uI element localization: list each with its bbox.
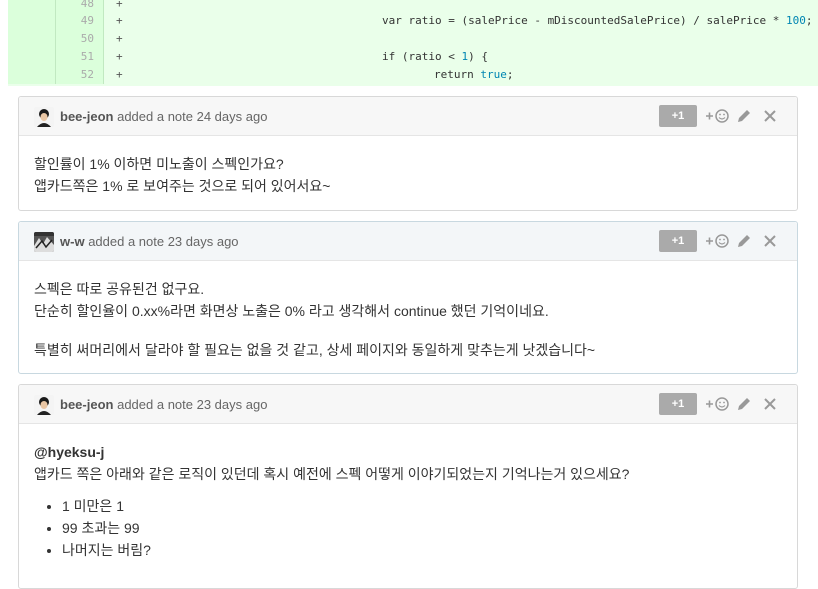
- diff-add-sign: +: [116, 50, 123, 63]
- note-meta: added a note 24 days ago: [117, 109, 268, 124]
- code-text: if (ratio < 1) {: [382, 50, 488, 63]
- avatar[interactable]: [34, 232, 54, 252]
- add-emoji-icon[interactable]: [705, 393, 731, 415]
- line-number: 51: [56, 48, 104, 66]
- note-header: bee-jeon added a note 24 days ago +1: [19, 97, 797, 136]
- add-emoji-icon[interactable]: [705, 230, 731, 252]
- note-body: @hyeksu-j 앱카드 쪽은 아래와 같은 로직이 있던데 혹시 예전에 스…: [19, 424, 797, 575]
- edit-pencil-icon[interactable]: [731, 230, 757, 252]
- author-link[interactable]: bee-jeon: [60, 109, 113, 124]
- plus-one-button[interactable]: +1: [659, 230, 697, 252]
- note-header: w-w added a note 23 days ago +1: [19, 222, 797, 261]
- author-link[interactable]: w-w: [60, 234, 85, 249]
- edit-pencil-icon[interactable]: [731, 105, 757, 127]
- diff-add-sign: +: [116, 0, 123, 10]
- note-meta: added a note 23 days ago: [88, 234, 239, 249]
- plus-one-button[interactable]: +1: [659, 105, 697, 127]
- list-item: 99 초과는 99: [62, 517, 782, 539]
- author-link[interactable]: bee-jeon: [60, 397, 113, 412]
- note-text-line: 단순히 할인율이 0.xx%라면 화면상 노출은 0% 라고 생각해서 cont…: [34, 303, 549, 319]
- list-item: 1 미만은 1: [62, 495, 782, 517]
- add-emoji-icon[interactable]: [705, 105, 731, 127]
- close-icon[interactable]: [757, 393, 783, 415]
- diff-line: 50 +: [8, 30, 818, 48]
- note-body: 할인률이 1% 이하면 미노출이 스펙인가요? 앱카드쪽은 1% 로 보여주는 …: [19, 136, 797, 211]
- list-item: 나머지는 버림?: [62, 539, 782, 561]
- diff-add-sign: +: [116, 68, 123, 81]
- note-actions: +1: [659, 230, 783, 252]
- note-card: bee-jeon added a note 23 days ago +1 @hy…: [18, 384, 798, 589]
- avatar[interactable]: [34, 107, 54, 127]
- code-text: var ratio = (salePrice - mDiscountedSale…: [382, 14, 813, 27]
- diff-add-sign: +: [116, 14, 123, 27]
- bullet-list: 1 미만은 1 99 초과는 99 나머지는 버림?: [34, 495, 782, 561]
- edit-pencil-icon[interactable]: [731, 393, 757, 415]
- note-card: bee-jeon added a note 24 days ago +1 할인률…: [18, 96, 798, 211]
- line-number: 50: [56, 30, 104, 48]
- plus-one-button[interactable]: +1: [659, 393, 697, 415]
- note-text-line: 스펙은 따로 공유된건 없구요.: [34, 281, 205, 297]
- note-text-line: 앱카드쪽은 1% 로 보여주는 것으로 되어 있어서요~: [34, 178, 331, 194]
- user-mention[interactable]: @hyeksu-j: [34, 441, 782, 463]
- diff-line: 49 + var ratio = (salePrice - mDiscounte…: [8, 12, 818, 30]
- note-text-line: 할인률이 1% 이하면 미노출이 스펙인가요?: [34, 156, 284, 172]
- diff-code-block: 48 + 49 + var ratio = (salePrice - mDisc…: [8, 0, 818, 86]
- note-body: 스펙은 따로 공유된건 없구요. 단순히 할인율이 0.xx%라면 화면상 노출…: [19, 261, 797, 375]
- line-number: 48: [56, 0, 104, 12]
- note-text-line: 앱카드 쪽은 아래와 같은 로직이 있던데 혹시 예전에 스펙 어떻게 이야기되…: [34, 466, 630, 482]
- note-actions: +1: [659, 105, 783, 127]
- avatar[interactable]: [34, 395, 54, 415]
- close-icon[interactable]: [757, 230, 783, 252]
- line-number: 49: [56, 12, 104, 30]
- note-card: w-w added a note 23 days ago +1 스펙은 따로 공…: [18, 221, 798, 374]
- diff-line: 48 +: [8, 0, 818, 12]
- close-icon[interactable]: [757, 105, 783, 127]
- line-number: 52: [56, 66, 104, 84]
- diff-add-sign: +: [116, 32, 123, 45]
- code-text: return true;: [434, 68, 514, 81]
- note-meta: added a note 23 days ago: [117, 397, 268, 412]
- diff-line: 51 + if (ratio < 1) {: [8, 48, 818, 66]
- note-actions: +1: [659, 393, 783, 415]
- diff-line: 52 + return true;: [8, 66, 818, 84]
- note-text-line: 특별히 써머리에서 달라야 할 필요는 없을 것 같고, 상세 페이지와 동일하…: [34, 342, 596, 358]
- note-header: bee-jeon added a note 23 days ago +1: [19, 385, 797, 424]
